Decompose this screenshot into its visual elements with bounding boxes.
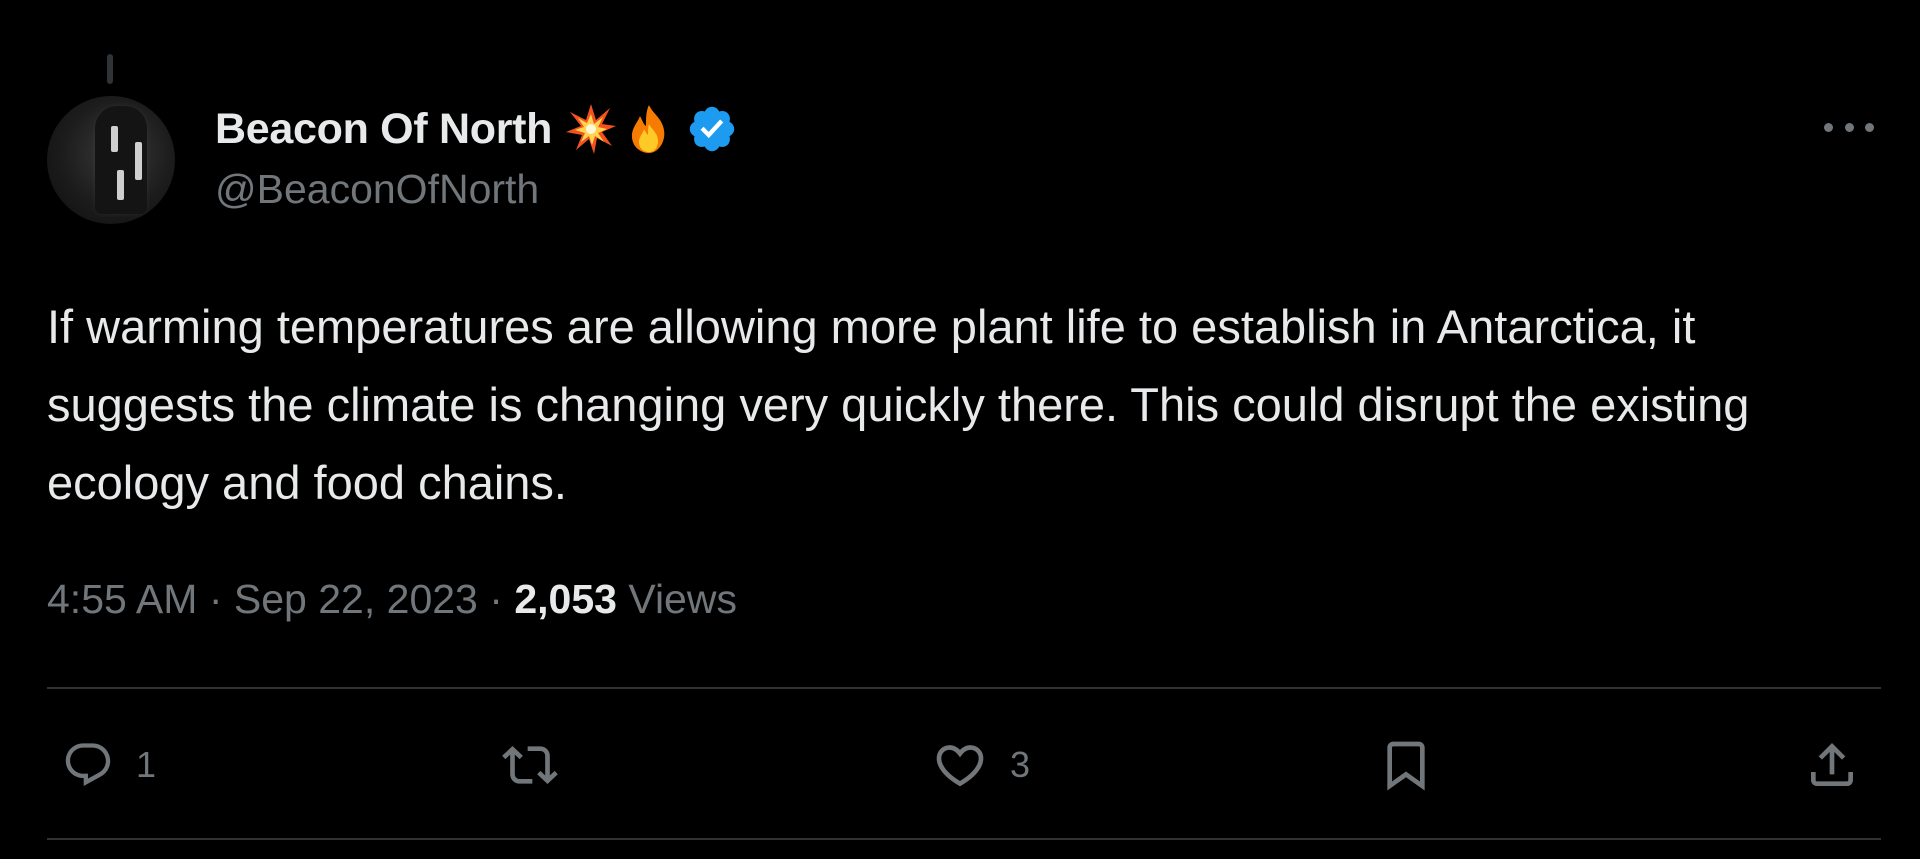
dot bbox=[1844, 122, 1854, 132]
views-label: Views bbox=[628, 576, 737, 622]
dot bbox=[1865, 122, 1874, 132]
author-display-name[interactable]: Beacon Of North bbox=[215, 105, 552, 154]
avatar-detail bbox=[111, 126, 118, 152]
author-handle[interactable]: @BeaconOfNorth bbox=[215, 166, 738, 213]
reply-icon bbox=[65, 743, 111, 787]
reply-count: 1 bbox=[136, 744, 157, 785]
divider bbox=[47, 838, 1881, 840]
like-count: 3 bbox=[1010, 744, 1031, 785]
bookmark-button[interactable] bbox=[1378, 725, 1434, 805]
meta-separator: · bbox=[489, 576, 503, 622]
tweet-container: Beacon Of North @BeaconOfNorth If warmin… bbox=[0, 0, 1920, 859]
tweet-header: Beacon Of North @BeaconOfNorth bbox=[215, 100, 738, 213]
name-row: Beacon Of North bbox=[215, 100, 738, 158]
retweet-button[interactable] bbox=[502, 725, 558, 805]
like-button[interactable]: 3 bbox=[932, 725, 1030, 805]
tweet-meta: 4:55 AM · Sep 22, 2023 · 2,053 Views bbox=[47, 576, 737, 623]
retweet-icon bbox=[502, 746, 558, 784]
reply-button[interactable]: 1 bbox=[62, 725, 156, 805]
share-icon bbox=[1811, 743, 1853, 786]
views-count: 2,053 bbox=[514, 576, 617, 622]
bookmark-icon bbox=[1387, 741, 1425, 791]
tweet-date[interactable]: Sep 22, 2023 bbox=[234, 576, 478, 622]
tweet-text: If warming temperatures are allowing mor… bbox=[47, 300, 1750, 509]
thread-connector-line bbox=[107, 54, 113, 84]
meta-separator: · bbox=[208, 576, 223, 622]
fire-emoji-icon bbox=[632, 105, 665, 153]
avatar-detail bbox=[135, 142, 142, 180]
more-options-icon[interactable] bbox=[1824, 116, 1874, 138]
collision-emoji-icon bbox=[566, 104, 617, 154]
share-button[interactable] bbox=[1804, 725, 1860, 805]
dot bbox=[1824, 122, 1833, 132]
action-bar: 1 3 bbox=[0, 725, 1920, 805]
avatar[interactable] bbox=[47, 96, 175, 224]
divider bbox=[47, 687, 1881, 689]
verified-badge-icon[interactable] bbox=[686, 103, 738, 155]
heart-icon bbox=[936, 745, 984, 787]
tweet-time[interactable]: 4:55 AM bbox=[47, 576, 197, 622]
avatar-detail bbox=[117, 170, 124, 200]
